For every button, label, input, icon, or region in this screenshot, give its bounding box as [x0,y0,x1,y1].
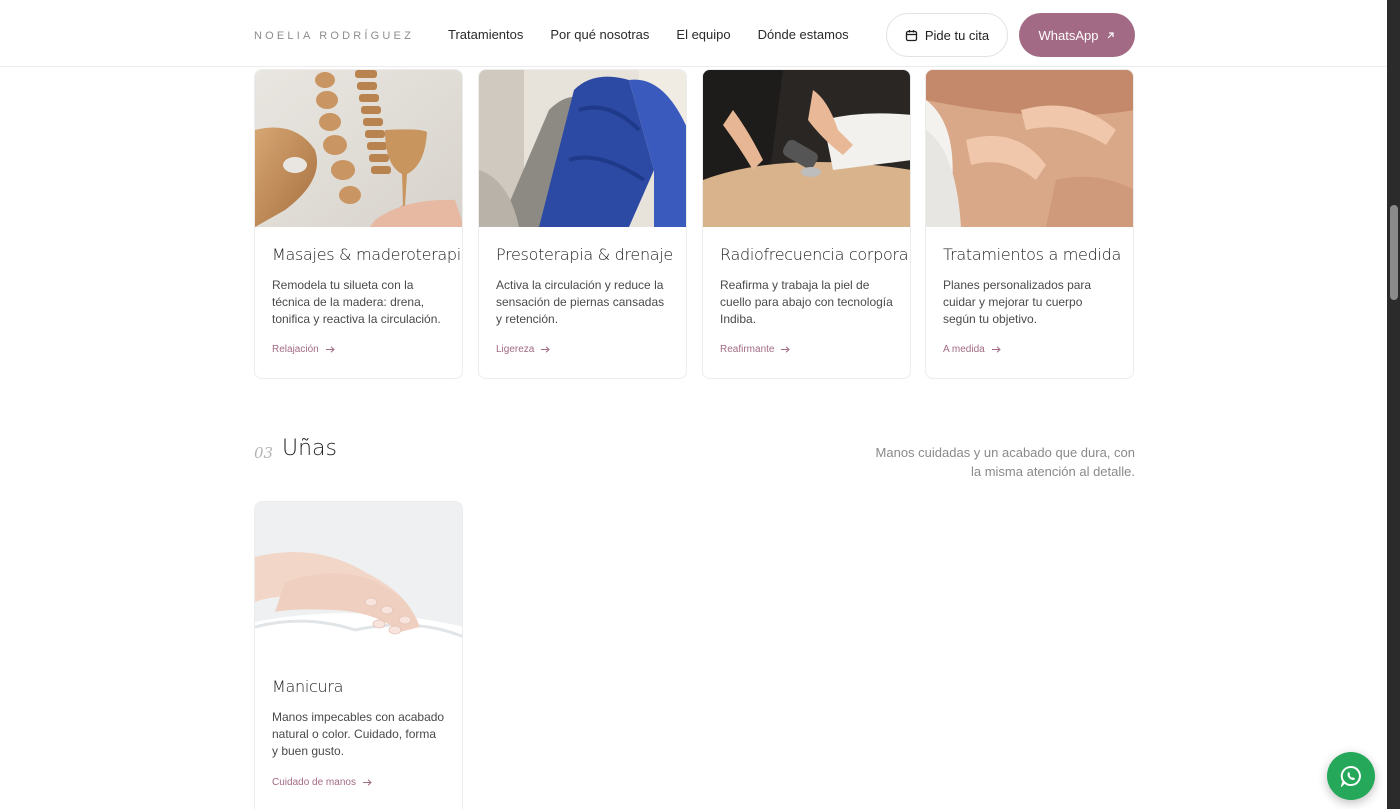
whatsapp-icon [1340,765,1361,787]
card-tag-label: Ligereza [496,344,535,355]
card-image-masaje-espalda [926,70,1133,227]
card-tag-label: A medida [943,344,985,355]
card-description: Manos impecables con acabado natural o c… [272,710,445,758]
logo[interactable]: NOELIA RODRÍGUEZ [254,30,414,42]
card-tag-link[interactable]: Ligereza [496,344,551,355]
whatsapp-floating-button[interactable] [1327,752,1375,800]
arrow-right-icon [781,346,791,353]
card-image-maderoterapia [255,70,462,227]
book-appointment-button[interactable]: Pide tu cita [886,13,1008,57]
whatsapp-button[interactable]: WhatsApp [1019,13,1135,57]
section-title: Uñas [282,436,337,461]
scrollbar-thumb[interactable] [1390,205,1398,300]
card-description: Remodela tu silueta con la técnica de la… [272,278,441,326]
card-title: Presoterapia & drenaje [496,245,673,264]
nav-el-equipo[interactable]: El equipo [676,27,730,43]
calendar-icon [905,29,917,41]
card-title: Manicura [272,677,344,696]
card-title: Tratamientos a medida [943,245,1121,264]
card-title: Radiofrecuencia corporal [720,245,911,264]
treatment-card-manicura[interactable]: Manicura Manos impecables con acabado na… [254,501,463,809]
card-tag-link[interactable]: Cuidado de manos [272,777,372,788]
card-image-manicura [255,502,462,659]
section-description: Manos cuidadas y un acabado que dura, co… [875,445,1135,479]
main-nav: Tratamientos Por qué nosotras El equipo … [448,27,876,43]
arrow-right-icon [325,346,335,353]
card-description: Reafirma y trabaja la piel de cuello par… [720,278,893,326]
treatment-card-a-medida[interactable]: Tratamientos a medida Planes personaliza… [925,69,1134,379]
arrow-right-icon [541,346,551,353]
arrow-up-right-icon [1108,31,1115,38]
nav-tratamientos[interactable]: Tratamientos [448,27,523,43]
card-tag-link[interactable]: Reafirmante [720,344,791,355]
card-tag-link[interactable]: Relajación [272,344,335,355]
arrow-right-icon [362,779,372,786]
card-tag-label: Reafirmante [720,344,775,355]
scrollbar-track[interactable] [1387,0,1400,809]
card-tag-label: Cuidado de manos [272,777,356,788]
nav-donde-estamos[interactable]: Dónde estamos [758,27,849,43]
card-image-radiofrecuencia [703,70,910,227]
card-description: Activa la circulación y reduce la sensac… [496,278,665,326]
treatment-card-radiofrecuencia[interactable]: Radiofrecuencia corporal Reafirma y trab… [702,69,911,379]
card-tag-link[interactable]: A medida [943,344,1001,355]
treatment-card-masajes[interactable]: Masajes & maderoterapia Remodela tu silu… [254,69,463,379]
site-header: NOELIA RODRÍGUEZ Tratamientos Por qué no… [0,0,1387,67]
card-title: Masajes & maderoterapia [272,245,463,264]
card-image-presoterapia [479,70,686,227]
nav-por-que-nosotras[interactable]: Por qué nosotras [550,27,649,43]
card-description: Planes personalizados para cuidar y mejo… [943,278,1092,326]
whatsapp-label: WhatsApp [1038,27,1099,43]
card-tag-label: Relajación [272,344,319,355]
treatment-card-presoterapia[interactable]: Presoterapia & drenaje Activa la circula… [478,69,687,379]
section-number: 03 [254,444,274,462]
arrow-right-icon [991,346,1001,353]
book-appointment-label: Pide tu cita [924,27,990,43]
